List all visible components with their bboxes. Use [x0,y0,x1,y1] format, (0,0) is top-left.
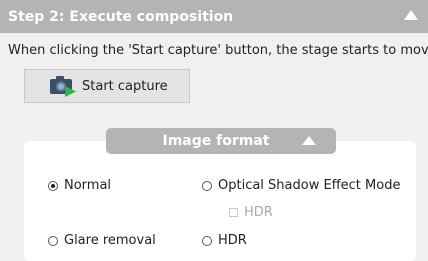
hdr-sub-checkbox [229,208,238,217]
step-2-title: Step 2: Execute composition [8,8,234,25]
image-format-box: Normal Optical Shadow Effect Mode HDR Gl… [24,141,416,261]
instruction-text: When clicking the 'Start capture' button… [8,43,428,58]
start-capture-label: Start capture [82,79,168,94]
hdr-option[interactable]: HDR [202,233,247,248]
collapse-up-icon[interactable] [404,10,418,20]
step-2-header[interactable]: Step 2: Execute composition [0,0,428,33]
step-2-panel: When clicking the 'Start capture' button… [0,33,428,261]
start-capture-button[interactable]: Start capture [24,69,190,103]
glare-removal-radio[interactable] [48,235,58,246]
optical-shadow-radio[interactable] [202,180,212,191]
hdr-sub-option: HDR [229,205,273,220]
optical-shadow-option[interactable]: Optical Shadow Effect Mode [202,178,400,193]
collapse-up-icon[interactable] [302,136,316,145]
normal-label: Normal [64,178,112,193]
image-format-title: Image format [162,133,270,149]
optical-shadow-label: Optical Shadow Effect Mode [218,178,401,193]
camera-play-icon [50,76,76,97]
glare-removal-option[interactable]: Glare removal [48,233,156,248]
hdr-sub-label: HDR [244,205,273,220]
image-format-header[interactable]: Image format [106,128,336,154]
glare-removal-label: Glare removal [64,233,156,248]
normal-radio[interactable] [48,180,58,191]
hdr-label: HDR [218,233,247,248]
normal-option[interactable]: Normal [48,178,111,193]
hdr-radio[interactable] [202,235,212,246]
